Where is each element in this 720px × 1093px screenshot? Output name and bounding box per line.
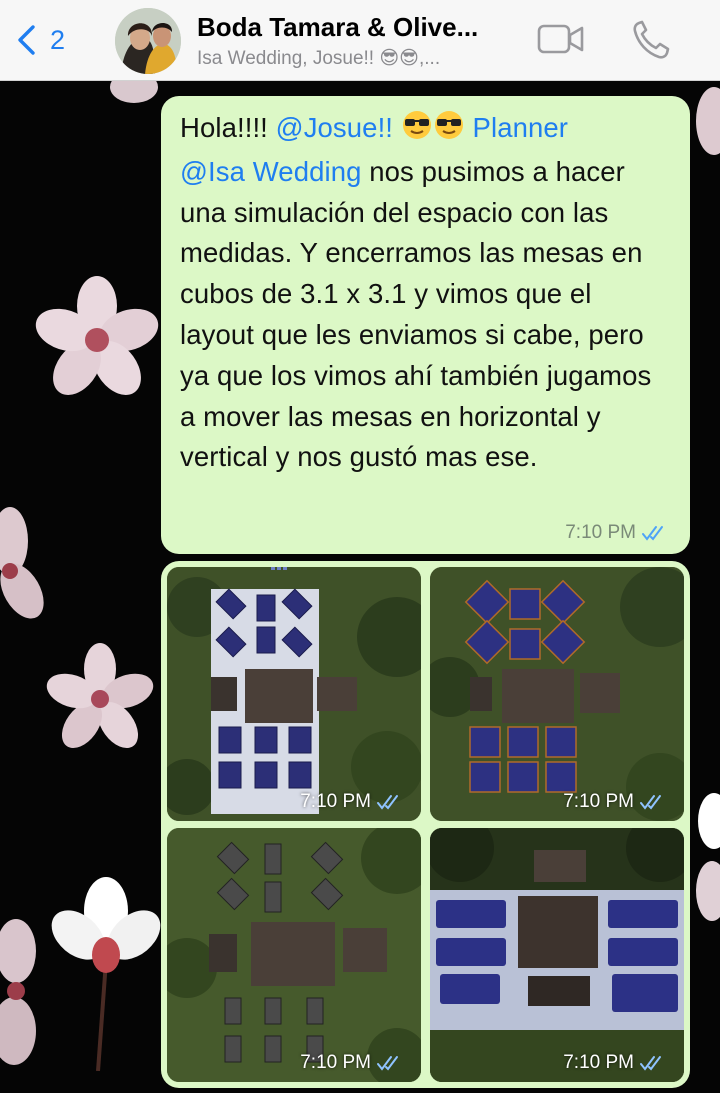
image-gallery-bubble[interactable]: 7:10 PM 7:10 PM 7:10 PM 7:10 PM bbox=[161, 561, 690, 1088]
message-text: Hola!!!! @Josue!! Planner @Isa Wedding no… bbox=[180, 110, 652, 473]
gallery-image-2[interactable]: 7:10 PM bbox=[430, 567, 684, 821]
double-check-icon bbox=[377, 1056, 398, 1071]
mention-planner[interactable]: Planner bbox=[465, 112, 568, 143]
flower-decoration bbox=[696, 793, 720, 921]
chat-header: 2 Boda Tamara & Olive... Isa Wedding, Jo… bbox=[0, 0, 720, 81]
message-meta: 7:10 PM bbox=[565, 522, 668, 544]
image-meta: 7:10 PM bbox=[300, 1052, 403, 1074]
flower-decoration bbox=[51, 877, 161, 1071]
mention-josue[interactable]: @Josue!! bbox=[276, 112, 401, 143]
flower-decoration bbox=[46, 643, 154, 749]
image-time: 7:10 PM bbox=[300, 791, 371, 812]
back-button[interactable]: 2 bbox=[14, 20, 65, 60]
message-bubble[interactable]: Hola!!!! @Josue!! Planner @Isa Wedding no… bbox=[161, 96, 690, 554]
floorplan-render-image bbox=[167, 567, 421, 821]
message-time: 7:10 PM bbox=[565, 522, 636, 543]
flower-decoration bbox=[35, 276, 159, 395]
double-check-icon bbox=[377, 795, 398, 810]
chevron-left-icon bbox=[18, 25, 35, 55]
sunglasses-emoji bbox=[401, 110, 433, 152]
double-check-icon bbox=[640, 1056, 661, 1071]
image-meta: 7:10 PM bbox=[300, 791, 403, 813]
chat-title[interactable]: Boda Tamara & Olive... bbox=[197, 12, 517, 43]
flower-decoration bbox=[0, 919, 36, 1065]
image-meta: 7:10 PM bbox=[563, 1052, 666, 1074]
phone-icon[interactable] bbox=[630, 18, 672, 62]
double-check-icon bbox=[642, 526, 663, 541]
video-camera-icon[interactable] bbox=[536, 18, 586, 60]
chat-participants[interactable]: Isa Wedding, Josue!! 😎😎,... bbox=[197, 47, 517, 70]
group-avatar[interactable] bbox=[115, 8, 181, 74]
flower-decoration bbox=[110, 81, 158, 103]
gallery-image-1[interactable]: 7:10 PM bbox=[167, 567, 421, 821]
flower-decoration bbox=[696, 87, 720, 155]
unread-count: 2 bbox=[50, 24, 66, 55]
image-meta: 7:10 PM bbox=[563, 791, 666, 813]
sunglasses-emoji bbox=[433, 110, 465, 152]
mention-isa-wedding[interactable]: @Isa Wedding bbox=[180, 156, 361, 187]
floorplan-render-image bbox=[167, 828, 421, 1082]
double-check-icon bbox=[640, 795, 661, 810]
image-time: 7:10 PM bbox=[563, 1052, 634, 1073]
floorplan-render-image bbox=[430, 828, 684, 1082]
image-time: 7:10 PM bbox=[300, 1052, 371, 1073]
floorplan-render-image bbox=[430, 567, 684, 821]
image-time: 7:10 PM bbox=[563, 791, 634, 812]
gallery-image-3[interactable]: 7:10 PM bbox=[167, 828, 421, 1082]
flower-decoration bbox=[0, 507, 44, 619]
gallery-image-4[interactable]: 7:10 PM bbox=[430, 828, 684, 1082]
